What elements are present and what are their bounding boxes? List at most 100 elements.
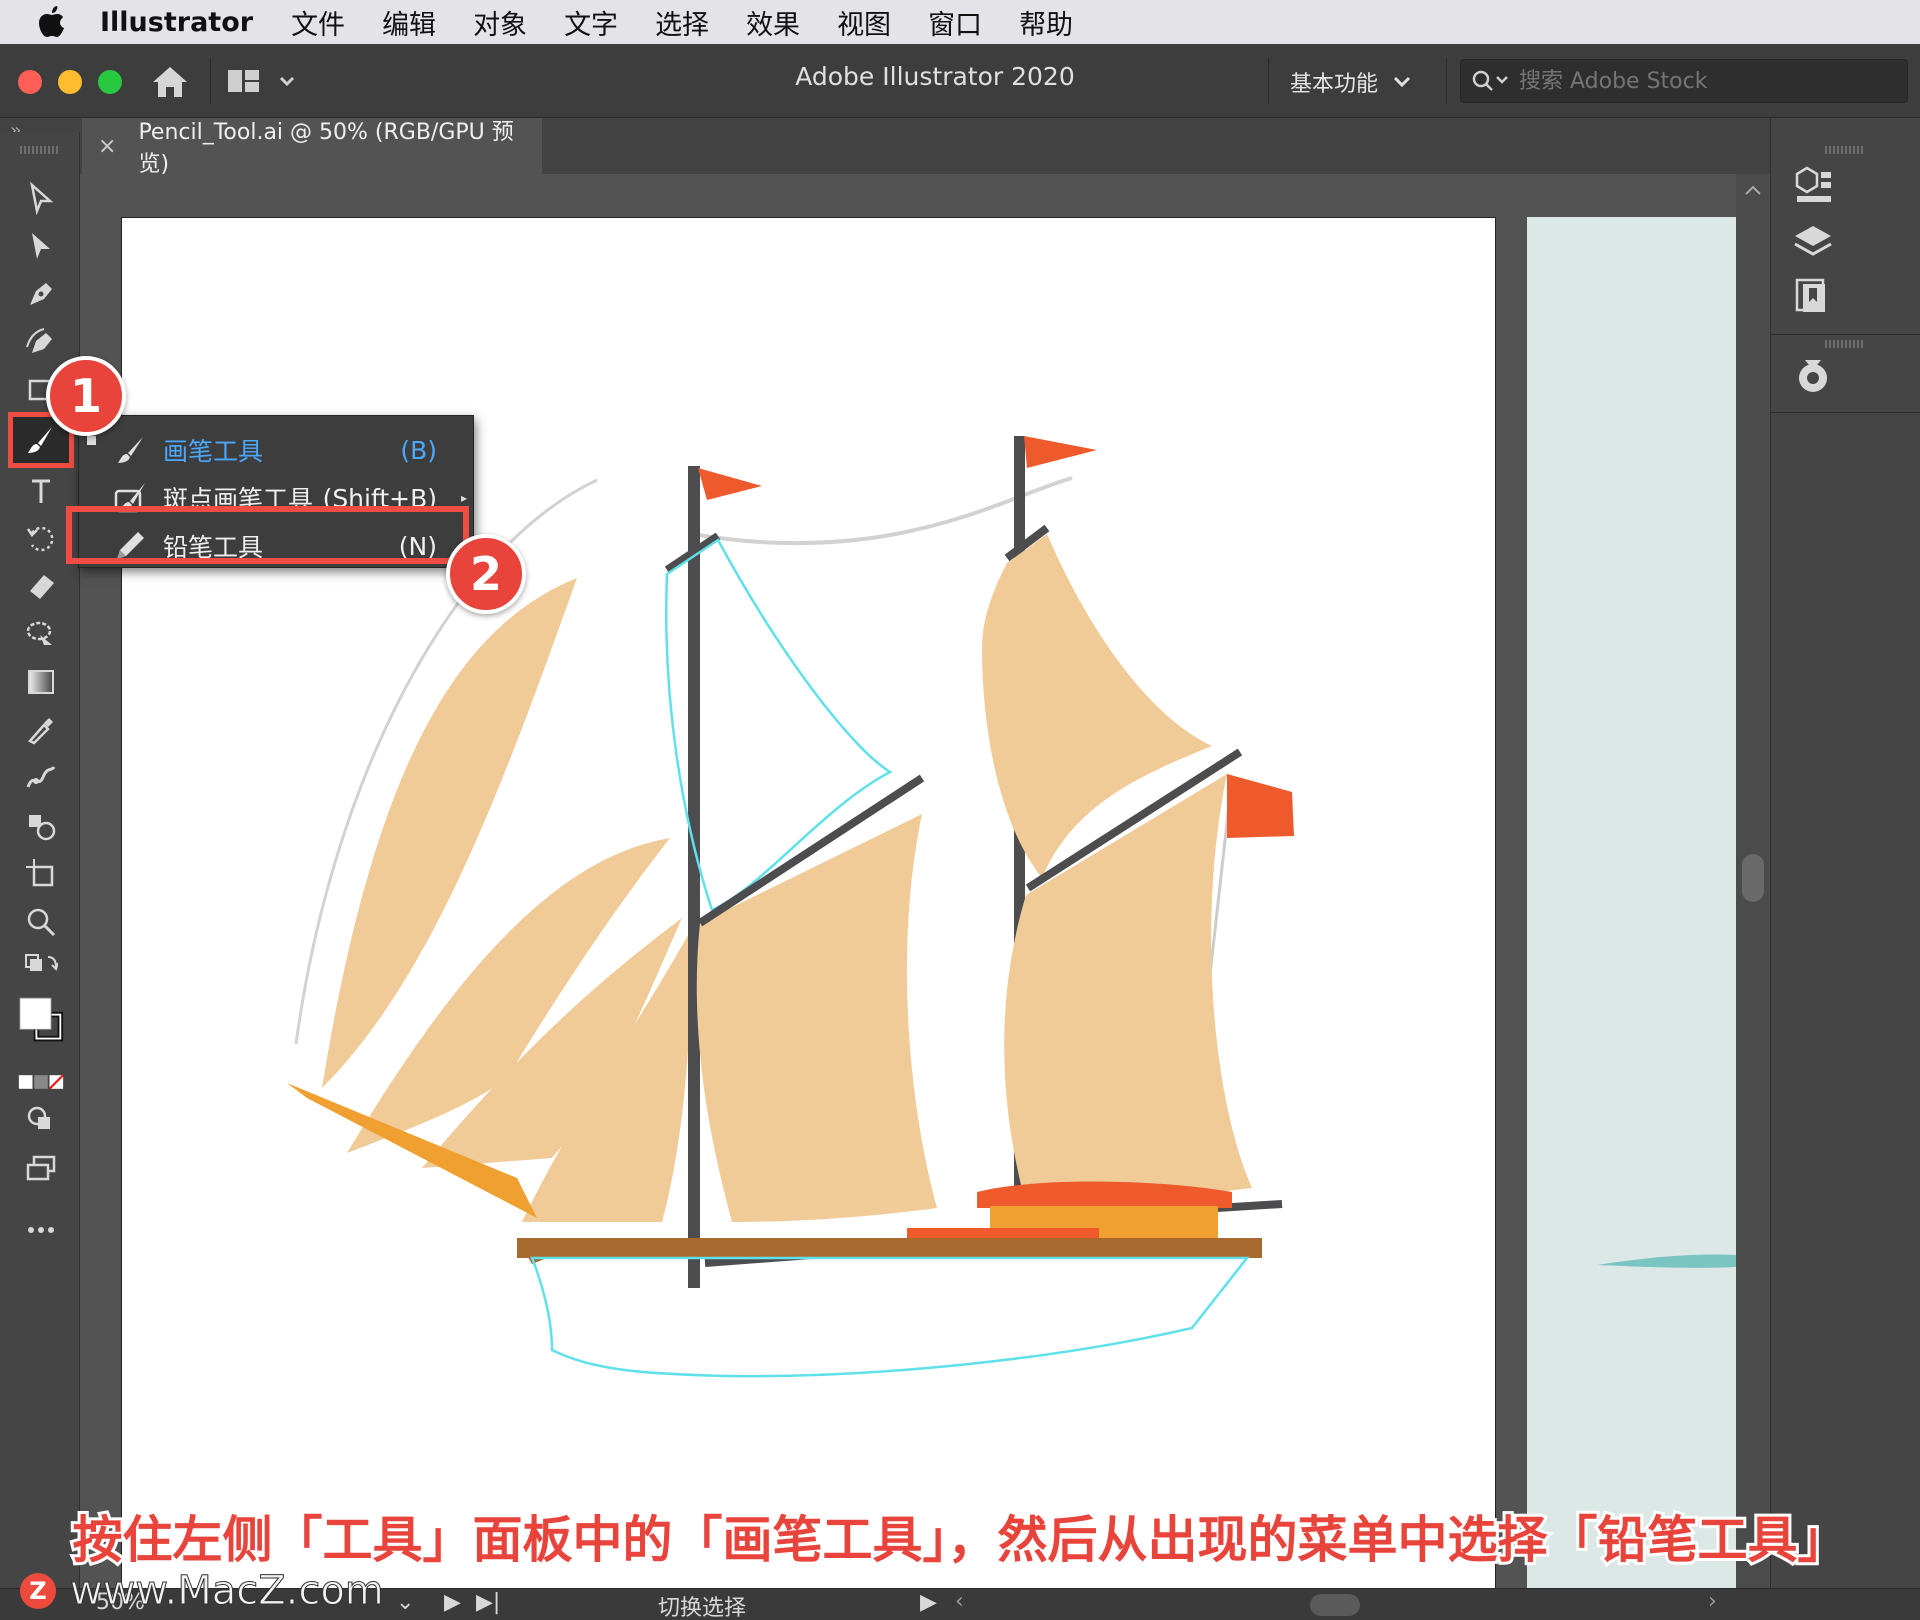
sea-wave-artwork [1597,1254,1736,1268]
rotate-icon [26,526,54,552]
scroll-left-icon[interactable]: ‹ [955,1589,964,1614]
search-icon [1472,70,1508,91]
selected-hull-outline [530,1256,1250,1378]
zoom-tool[interactable] [18,902,64,942]
adobe-stock-search[interactable] [1460,59,1908,103]
instruction-caption: 按住左侧「工具」面板中的「画笔工具」，然后从出现的菜单中选择「铅笔工具」 [70,1508,1851,1572]
default-colors-toggle[interactable] [18,948,64,988]
menu-window[interactable]: 窗口 [928,3,982,42]
magnifier-icon [27,908,56,937]
menu-object[interactable]: 对象 [473,3,527,42]
pen-nib-icon [30,283,52,305]
screen-mode-tool[interactable] [18,1148,64,1188]
blend-tool[interactable] [18,758,64,798]
swap-colors-icon [25,954,58,971]
fill-stroke-icon [19,997,64,1042]
menu-effect[interactable]: 效果 [746,3,800,42]
menu-type[interactable]: 文字 [564,3,618,42]
step-badge-2: 2 [446,534,526,614]
app-menu[interactable]: Illustrator [100,7,253,38]
title-separator [1268,58,1269,104]
panel-separator [1771,412,1920,413]
menu-edit[interactable]: 编辑 [382,3,436,42]
watermark: Z www.MacZ.com [20,1568,385,1615]
shape-builder-icon [29,815,56,841]
eyedropper-icon [27,718,53,745]
panel-separator [1771,334,1920,335]
submenu-arrow-icon: ▸ [460,491,467,505]
tab-close-icon[interactable]: × [98,134,116,159]
libraries-panel-icon[interactable] [1791,274,1837,320]
workspace-label: 基本功能 [1290,72,1379,97]
eraser-tool[interactable] [18,566,64,606]
last-artboard-icon[interactable]: ▶| [476,1590,500,1615]
selection-tool[interactable] [18,178,64,218]
draw-mode-tool[interactable] [18,1100,64,1140]
document-tab[interactable]: × Pencil_Tool.ai @ 50% (RGB/GPU 预览) [82,118,542,177]
draw-mode-icon [27,1106,50,1129]
watermark-logo: Z [20,1573,56,1609]
fill-stroke-swatches[interactable] [18,992,64,1052]
vertical-scrollbar[interactable] [1736,174,1770,1592]
type-tool[interactable] [18,472,64,512]
curvature-pen-icon [26,328,52,353]
status-menu-arrow-icon[interactable]: ▶ [920,1590,937,1615]
shape-builder-tool[interactable] [18,806,64,846]
deck [517,1238,1262,1258]
curvature-tool[interactable] [18,322,64,362]
pen-tool[interactable] [18,274,64,314]
toolbar-grip[interactable] [20,146,60,154]
properties-panel-icon[interactable] [1791,164,1837,210]
stern-flag [1227,774,1294,838]
zoom-dropdown-icon[interactable]: ⌄ [396,1590,414,1615]
layers-panel-icon[interactable] [1791,220,1837,266]
width-tool[interactable] [18,614,64,654]
screen-mode-icon [26,1155,56,1181]
pencil-tool-highlight [66,506,469,564]
right-panel-dock [1770,118,1920,1592]
fore-mainsail [696,814,937,1222]
artboard-tool[interactable] [18,854,64,894]
selection-arrow-icon [30,181,54,215]
color-none-gradient-icon [18,1074,64,1090]
rotate-tool[interactable] [18,518,64,558]
menu-file[interactable]: 文件 [291,3,345,42]
more-dots-icon [28,1227,54,1233]
gradient-tool[interactable] [18,662,64,702]
type-t-icon [32,479,50,503]
fore-mast [688,466,700,1288]
menu-bar: Illustrator 文件 编辑 对象 文字 选择 效果 视图 窗口 帮助 [0,0,1920,44]
menu-select[interactable]: 选择 [655,3,709,42]
step-badge-1: 1 [46,356,126,436]
eraser-icon [30,575,54,599]
canvas-area[interactable] [81,174,1770,1592]
menu-item-paintbrush-tool[interactable]: 画笔工具 (B) [79,426,473,474]
panel-grip[interactable] [1825,340,1865,348]
flag [1024,436,1097,468]
menu-view[interactable]: 视图 [837,3,891,42]
scroll-right-icon[interactable]: › [1708,1589,1717,1614]
horizontal-scroll-thumb[interactable] [1310,1594,1360,1616]
apple-icon[interactable] [38,6,88,38]
status-toggle-selection[interactable]: 切换选择 [658,1590,746,1620]
document-tab-title: Pencil_Tool.ai @ 50% (RGB/GPU 预览) [138,120,514,177]
watermark-text: www.MacZ.com [70,1568,385,1615]
width-tool-icon [26,621,52,645]
workspace-switcher[interactable]: 基本功能 [1290,66,1412,98]
color-mode-buttons[interactable] [18,1062,64,1102]
paintbrush-icon [118,437,143,463]
direct-selection-tool[interactable] [18,226,64,266]
chevron-down-icon [1393,76,1411,88]
panel-grip[interactable] [1825,146,1865,154]
color-guide-panel-icon[interactable] [1791,354,1837,400]
menu-help[interactable]: 帮助 [1019,3,1073,42]
next-artboard-icon[interactable]: ▶ [444,1590,461,1615]
search-input[interactable] [1519,68,1899,94]
vertical-scroll-thumb[interactable] [1742,854,1764,902]
flag [698,468,762,500]
edit-toolbar-button[interactable] [18,1210,64,1250]
eyedropper-tool[interactable] [18,710,64,750]
tools-panel [0,132,80,1592]
second-artboard[interactable] [1527,217,1736,1592]
scroll-up-icon[interactable] [1736,174,1770,204]
